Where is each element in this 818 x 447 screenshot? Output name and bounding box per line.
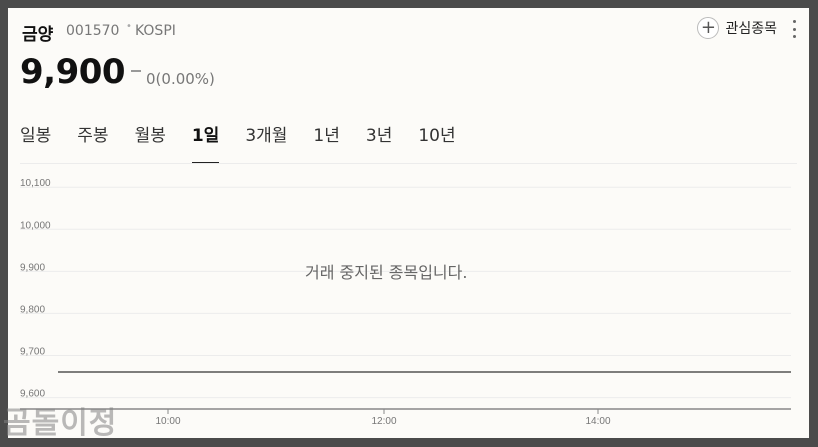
tab-6[interactable]: 3년: [366, 121, 392, 164]
tab-3[interactable]: 1일: [191, 121, 220, 164]
y-tick-label: 9,700: [20, 347, 45, 358]
no-change-icon: [131, 70, 141, 72]
separator-dot: •: [126, 21, 132, 32]
more-vertical-icon[interactable]: [791, 20, 797, 38]
stock-name: 금양: [22, 25, 54, 45]
tab-1[interactable]: 주봉: [77, 121, 108, 164]
x-tick-label: 10:00: [155, 416, 180, 427]
x-tick-label: 14:00: [585, 416, 610, 427]
tab-4[interactable]: 3개월: [245, 121, 287, 164]
tab-2[interactable]: 월봉: [135, 121, 166, 164]
y-tick-label: 9,800: [20, 304, 45, 315]
market-name: KOSPI: [135, 23, 176, 39]
price-change: 0(0.00%): [146, 70, 215, 88]
y-tick-label: 10,000: [20, 220, 51, 231]
period-tabs: 일봉 주봉 월봉 1일 3개월 1년 3년 10년: [20, 121, 482, 164]
y-tick-label: 9,900: [20, 262, 45, 273]
add-favorite-button[interactable]: + 관심종목: [697, 17, 777, 39]
watermark: 곰돌이정: [3, 406, 118, 441]
plus-icon: +: [697, 17, 720, 39]
trading-halt-message: 거래 중지된 종목입니다.: [305, 263, 468, 282]
y-tick-label: 10,100: [20, 178, 51, 189]
current-price: 9,900: [20, 52, 126, 92]
tab-5[interactable]: 1년: [313, 121, 339, 164]
tab-divider: [20, 163, 797, 164]
x-tick-label: 12:00: [371, 416, 396, 427]
stock-code: 001570: [66, 23, 120, 39]
tab-0[interactable]: 일봉: [20, 121, 51, 164]
tab-7[interactable]: 10년: [418, 121, 455, 164]
favorite-label: 관심종목: [725, 21, 777, 37]
stock-chart-card: 금양 001570 • KOSPI + 관심종목 9,900 0(0.00%) …: [8, 8, 809, 438]
price-chart: 10,10010,0009,9009,8009,7009,60010:00 12:…: [20, 178, 791, 427]
